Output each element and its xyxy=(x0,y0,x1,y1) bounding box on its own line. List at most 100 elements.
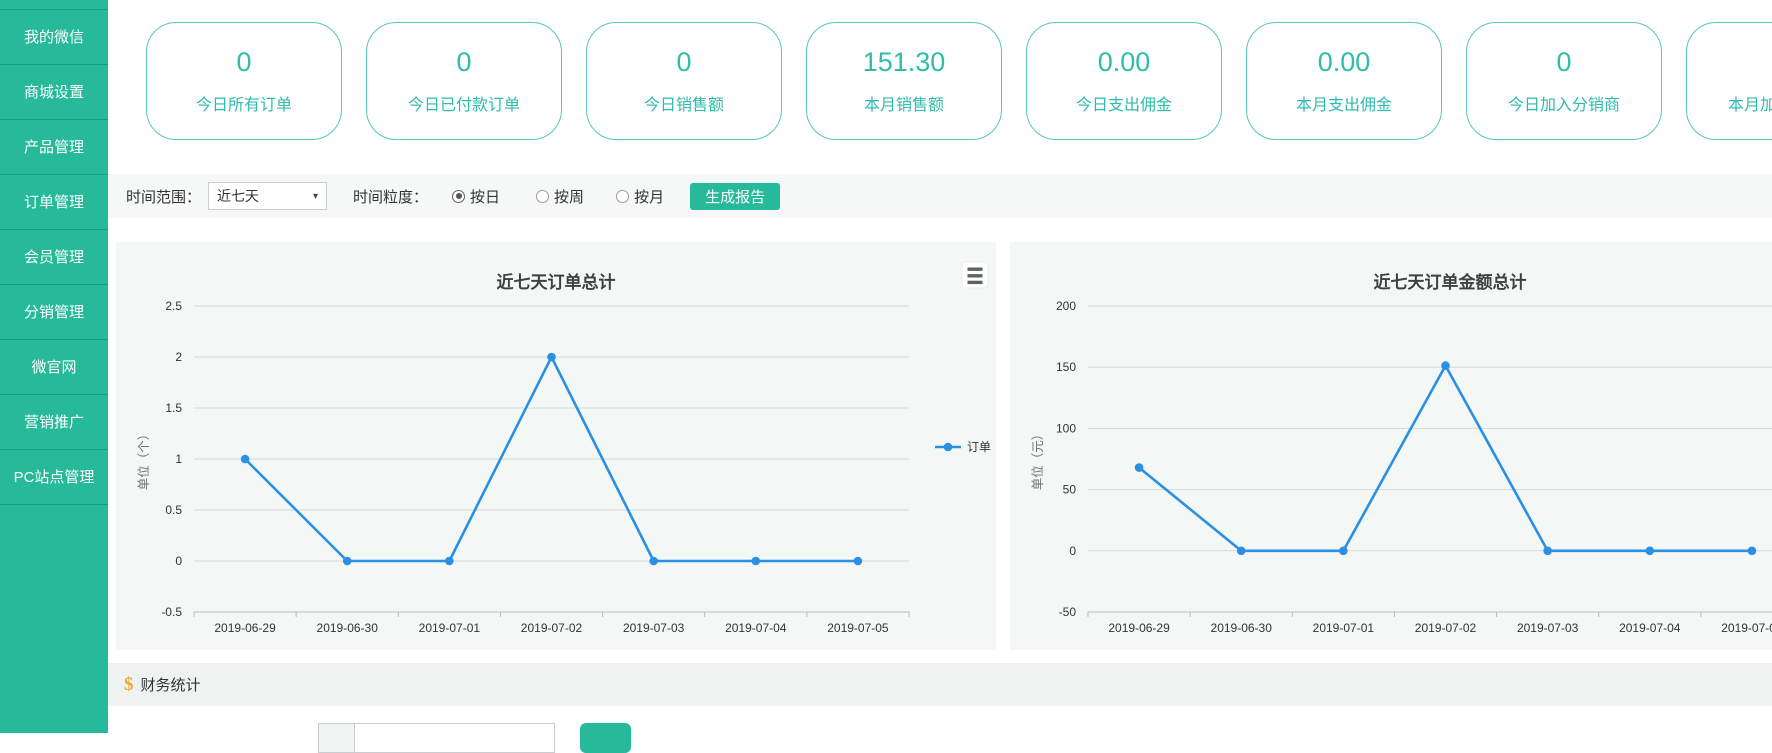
y-tick-label: 1.5 xyxy=(165,401,182,415)
finance-section-title: 财务统计 xyxy=(141,674,201,695)
charts-row: 近七天订单总计单位（个）-0.500.511.522.52019-06-2920… xyxy=(116,242,1772,650)
stat-value: 0.00 xyxy=(1098,47,1151,78)
y-tick-label: 1 xyxy=(175,452,182,466)
y-tick-label: 150 xyxy=(1056,360,1076,374)
sidebar: 我的微信 商城设置 产品管理 订单管理 会员管理 分销管理 微官网 营销推广 P… xyxy=(0,0,108,733)
x-tick-label: 2019-07-01 xyxy=(1313,621,1375,635)
sidebar-item-member-mgmt[interactable]: 会员管理 xyxy=(0,230,108,285)
hamburger-bar xyxy=(968,281,983,284)
y-tick-label: 50 xyxy=(1063,483,1077,497)
time-range-label: 时间范围： xyxy=(126,186,201,207)
stat-card-today-new-distributors: 0 今日加入分销商 xyxy=(1466,22,1662,140)
sidebar-item-order-mgmt[interactable]: 订单管理 xyxy=(0,175,108,230)
stat-label: 本月销售额 xyxy=(864,91,944,115)
y-axis-name: 单位（元） xyxy=(1030,428,1045,491)
input-addon xyxy=(318,723,354,753)
chevron-down-icon: ▾ xyxy=(313,191,318,202)
radio-label: 按周 xyxy=(554,186,584,207)
x-tick-label: 2019-07-03 xyxy=(1517,621,1579,635)
stat-card-today-paid-orders: 0 今日已付款订单 xyxy=(366,22,562,140)
y-tick-label: 0 xyxy=(175,554,182,568)
radio-button-icon[interactable] xyxy=(452,190,465,203)
order-amount-chart: 近七天订单金额总计单位（元）-500501001502002019-06-292… xyxy=(1010,242,1772,650)
y-tick-label: -50 xyxy=(1059,605,1077,619)
x-tick-label: 2019-07-02 xyxy=(521,621,583,635)
stat-cards-row: 0 今日所有订单 0 今日已付款订单 0 今日销售额 151.30 本月销售额 … xyxy=(108,0,1772,140)
finance-search-button[interactable] xyxy=(580,723,631,753)
sidebar-item-mall-settings[interactable]: 商城设置 xyxy=(0,65,108,120)
stat-value: 0.00 xyxy=(1318,47,1371,78)
sidebar-item-my-wechat[interactable]: 我的微信 xyxy=(0,10,108,65)
stat-card-month-sales: 151.30 本月销售额 xyxy=(806,22,1002,140)
time-range-select[interactable]: 近七天 ▾ xyxy=(208,182,327,210)
radio-by-week[interactable]: 按周 xyxy=(536,186,584,207)
legend-item[interactable]: 订单 xyxy=(935,440,991,454)
radio-label: 按日 xyxy=(470,186,500,207)
stat-label: 本月支出佣金 xyxy=(1296,91,1392,115)
data-point xyxy=(445,557,454,566)
hamburger-bar xyxy=(968,274,983,277)
finance-section-header: $ 财务统计 xyxy=(108,663,1772,706)
generate-report-button[interactable]: 生成报告 xyxy=(690,183,780,210)
y-tick-label: 2 xyxy=(175,350,182,364)
radio-by-month[interactable]: 按月 xyxy=(616,186,664,207)
orders-chart-panel: 近七天订单总计单位（个）-0.500.511.522.52019-06-2920… xyxy=(116,242,996,650)
y-tick-label: 100 xyxy=(1056,421,1076,435)
stat-value: 0 xyxy=(236,47,251,78)
stat-card-month-new-distributors: 0 本月加入分销商 xyxy=(1686,22,1772,140)
data-point xyxy=(854,557,863,566)
y-tick-label: -0.5 xyxy=(161,605,182,619)
sidebar-item-distribution-mgmt[interactable]: 分销管理 xyxy=(0,285,108,340)
finance-search-input[interactable] xyxy=(354,723,555,753)
data-point xyxy=(547,353,556,362)
stat-label: 今日加入分销商 xyxy=(1508,91,1620,115)
granularity-label: 时间粒度： xyxy=(353,186,428,207)
stat-label: 今日所有订单 xyxy=(196,91,292,115)
main-content: 0 今日所有订单 0 今日已付款订单 0 今日销售额 151.30 本月销售额 … xyxy=(108,0,1772,733)
x-tick-label: 2019-07-01 xyxy=(419,621,481,635)
stat-value: 0 xyxy=(1556,47,1571,78)
radio-button-icon[interactable] xyxy=(616,190,629,203)
radio-by-day[interactable]: 按日 xyxy=(452,186,500,207)
stat-card-today-sales: 0 今日销售额 xyxy=(586,22,782,140)
sidebar-item-partial xyxy=(0,0,108,10)
x-tick-label: 2019-06-29 xyxy=(214,621,276,635)
legend-label: 订单 xyxy=(967,440,991,454)
sidebar-item-pc-site-mgmt[interactable]: PC站点管理 xyxy=(0,450,108,505)
data-point xyxy=(649,557,658,566)
legend-marker-dot xyxy=(944,443,953,452)
y-tick-label: 2.5 xyxy=(165,299,182,313)
data-point xyxy=(343,557,352,566)
data-point xyxy=(1135,463,1144,472)
hamburger-bar xyxy=(968,268,983,271)
data-point xyxy=(1543,547,1552,556)
x-tick-label: 2019-06-30 xyxy=(317,621,379,635)
radio-button-icon[interactable] xyxy=(536,190,549,203)
stat-value: 151.30 xyxy=(863,47,946,78)
stat-value: 0 xyxy=(676,47,691,78)
data-point xyxy=(1748,547,1757,556)
finance-filter-row xyxy=(108,723,1772,753)
chart-toolbox-menu-icon[interactable] xyxy=(962,262,988,288)
orders-count-chart: 近七天订单总计单位（个）-0.500.511.522.52019-06-2920… xyxy=(116,242,996,650)
stat-value: 0 xyxy=(456,47,471,78)
x-tick-label: 2019-07-05 xyxy=(827,621,889,635)
data-point xyxy=(1339,547,1348,556)
stat-card-today-orders: 0 今日所有订单 xyxy=(146,22,342,140)
sidebar-item-product-mgmt[interactable]: 产品管理 xyxy=(0,120,108,175)
data-point xyxy=(751,557,760,566)
x-tick-label: 2019-07-04 xyxy=(725,621,787,635)
data-point xyxy=(1441,361,1450,370)
sidebar-item-micro-site[interactable]: 微官网 xyxy=(0,340,108,395)
y-tick-label: 0.5 xyxy=(165,503,182,517)
chart-title: 近七天订单总计 xyxy=(497,272,616,292)
x-tick-label: 2019-06-29 xyxy=(1108,621,1170,635)
chart-title: 近七天订单金额总计 xyxy=(1374,272,1527,292)
stat-label: 本月加入分销商 xyxy=(1728,91,1772,115)
data-point xyxy=(1237,547,1246,556)
sidebar-item-marketing[interactable]: 营销推广 xyxy=(0,395,108,450)
y-tick-label: 200 xyxy=(1056,299,1076,313)
data-point xyxy=(241,455,250,464)
stat-label: 今日已付款订单 xyxy=(408,91,520,115)
x-tick-label: 2019-06-30 xyxy=(1211,621,1273,635)
